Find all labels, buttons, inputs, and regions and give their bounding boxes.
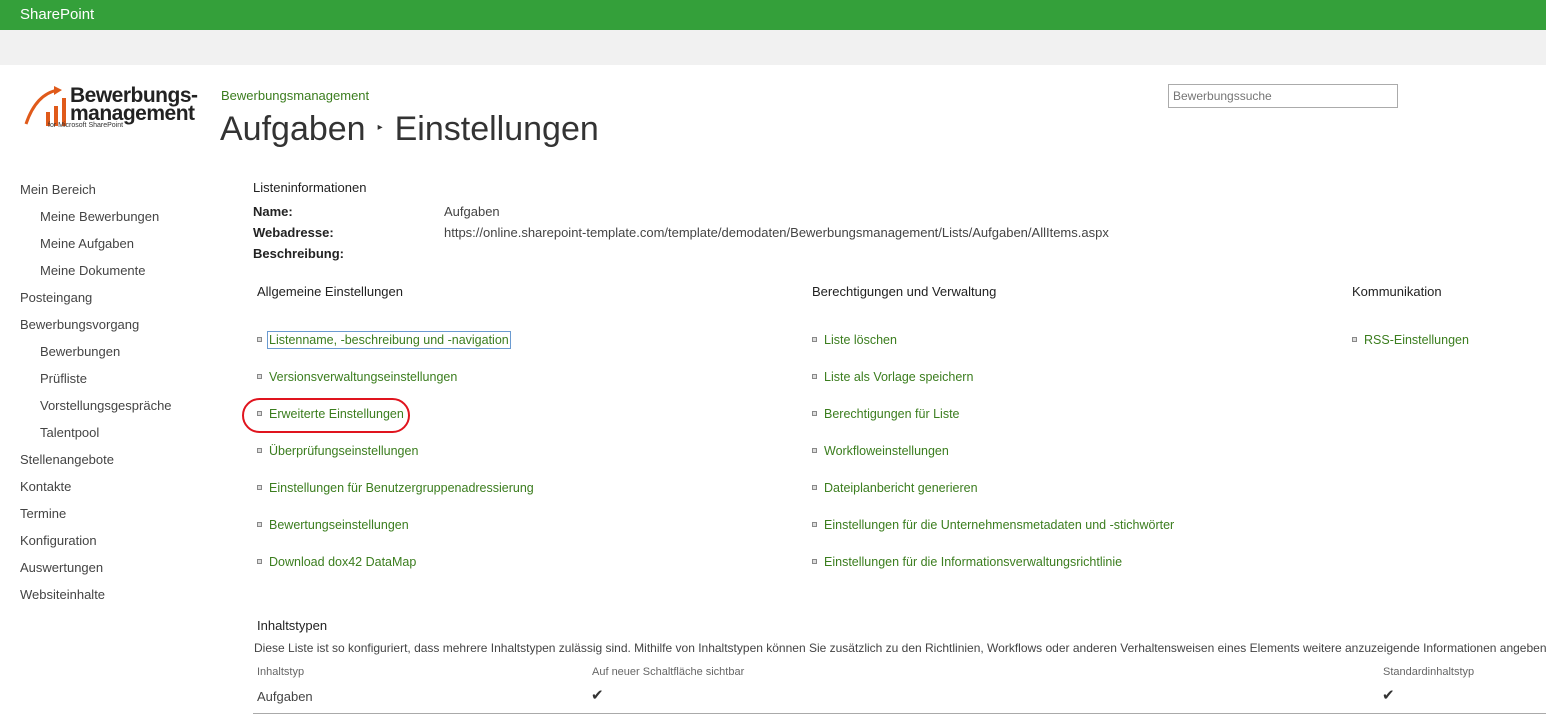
settings-link-label: Liste als Vorlage speichern	[824, 370, 974, 384]
communication-heading: Kommunikation	[1352, 284, 1442, 299]
nav-item[interactable]: Bewerbungsvorgang	[20, 317, 210, 344]
ct-header-name: Inhaltstyp	[257, 666, 305, 678]
list-info-title: Listeninformationen	[253, 180, 367, 195]
nav-item[interactable]: Kontakte	[20, 479, 210, 506]
page-title: Aufgaben ▸ Einstellungen	[220, 110, 599, 149]
settings-link-label: Einstellungen für die Unternehmensmetada…	[824, 518, 1175, 532]
name-value: Aufgaben	[444, 204, 500, 219]
nav-item[interactable]: Meine Bewerbungen	[20, 209, 210, 236]
permissions-heading: Berechtigungen und Verwaltung	[812, 284, 997, 299]
nav-item[interactable]: Bewerbungen	[20, 344, 210, 371]
nav-item[interactable]: Talentpool	[20, 425, 210, 452]
settings-link-label: Einstellungen für die Informationsverwal…	[824, 555, 1123, 569]
settings-link-label: Listenname, -beschreibung und -navigatio…	[267, 331, 511, 349]
settings-link-label: Dateiplanbericht generieren	[824, 481, 978, 495]
settings-link[interactable]: Workfloweinstellungen	[812, 444, 949, 458]
settings-link[interactable]: Einstellungen für die Informationsverwal…	[812, 555, 1122, 569]
bullet-icon	[812, 559, 817, 564]
quick-launch-nav: Mein Bereich Meine Bewerbungen Meine Aufga…	[20, 182, 210, 614]
ribbon-bar	[0, 30, 1546, 65]
settings-link-label: RSS-Einstellungen	[1364, 333, 1469, 347]
settings-link-label: Versionsverwaltungseinstellungen	[269, 370, 458, 384]
general-settings-heading: Allgemeine Einstellungen	[257, 284, 403, 299]
settings-link-label: Berechtigungen für Liste	[824, 407, 960, 421]
content-types-title: Inhaltstypen	[257, 618, 328, 633]
breadcrumb-separator-icon: ▸	[377, 121, 383, 133]
settings-link[interactable]: Versionsverwaltungseinstellungen	[257, 370, 457, 384]
bullet-icon	[257, 337, 262, 342]
settings-link[interactable]: Einstellungen für Benutzergruppenadressi…	[257, 481, 534, 495]
nav-item[interactable]: Prüfliste	[20, 371, 210, 398]
nav-item[interactable]: Auswertungen	[20, 560, 210, 587]
settings-link[interactable]: Einstellungen für die Unternehmensmetada…	[812, 518, 1174, 532]
settings-link-label: Workfloweinstellungen	[824, 444, 949, 458]
checkmark-icon: ✔	[591, 687, 604, 704]
settings-link[interactable]: Berechtigungen für Liste	[812, 407, 960, 421]
nav-item[interactable]: Termine	[20, 506, 210, 533]
breadcrumb-site-link[interactable]: Bewerbungsmanagement	[221, 88, 369, 103]
nav-item[interactable]: Meine Aufgaben	[20, 236, 210, 263]
settings-link[interactable]: Liste löschen	[812, 333, 897, 347]
highlight-circle-annotation	[242, 398, 410, 433]
settings-link-label: Überprüfungseinstellungen	[269, 444, 419, 458]
bullet-icon	[257, 559, 262, 564]
nav-item[interactable]: Mein Bereich	[20, 182, 210, 209]
description-label: Beschreibung:	[253, 246, 345, 261]
bullet-icon	[257, 448, 262, 453]
search-input[interactable]	[1168, 84, 1398, 108]
settings-link-label: Liste löschen	[824, 333, 897, 347]
bullet-icon	[812, 522, 817, 527]
bullet-icon	[812, 374, 817, 379]
settings-link-label: Download dox42 DataMap	[269, 555, 417, 569]
content-types-description: Diese Liste ist so konfiguriert, dass me…	[254, 641, 1546, 655]
name-label: Name:	[253, 204, 293, 219]
url-value: https://online.sharepoint-template.com/t…	[444, 225, 1109, 240]
bullet-icon	[1352, 337, 1357, 342]
sharepoint-brand-link[interactable]: SharePoint	[20, 6, 94, 23]
nav-item[interactable]: Vorstellungsgespräche	[20, 398, 210, 425]
settings-link[interactable]: Dateiplanbericht generieren	[812, 481, 978, 495]
nav-item[interactable]: Posteingang	[20, 290, 210, 317]
ct-row-name-link[interactable]: Aufgaben	[257, 689, 313, 704]
suite-bar: SharePoint	[0, 0, 1546, 30]
bullet-icon	[812, 448, 817, 453]
bullet-icon	[257, 522, 262, 527]
settings-link[interactable]: RSS-Einstellungen	[1352, 333, 1469, 347]
settings-link[interactable]: Listenname, -beschreibung und -navigatio…	[257, 331, 511, 349]
bullet-icon	[812, 337, 817, 342]
settings-link-label: Einstellungen für Benutzergruppenadressi…	[269, 481, 534, 495]
bullet-icon	[812, 411, 817, 416]
bullet-icon	[812, 485, 817, 490]
url-label: Webadresse:	[253, 225, 334, 240]
nav-item[interactable]: Meine Dokumente	[20, 263, 210, 290]
title-page-name: Einstellungen	[394, 110, 599, 148]
site-logo[interactable]: Bewerbungs- management for Microsoft Sha…	[24, 84, 199, 134]
divider	[253, 713, 1546, 714]
settings-link[interactable]: Download dox42 DataMap	[257, 555, 416, 569]
settings-link[interactable]: Liste als Vorlage speichern	[812, 370, 973, 384]
settings-link[interactable]: Bewertungseinstellungen	[257, 518, 409, 532]
bullet-icon	[257, 485, 262, 490]
logo-tagline: for Microsoft SharePoint	[48, 122, 124, 129]
checkmark-icon: ✔	[1382, 687, 1395, 704]
settings-link-label: Bewertungseinstellungen	[269, 518, 409, 532]
nav-item[interactable]: Konfiguration	[20, 533, 210, 560]
ct-header-default: Standardinhaltstyp	[1383, 666, 1475, 678]
nav-item[interactable]: Stellenangebote	[20, 452, 210, 479]
ct-header-visible: Auf neuer Schaltfläche sichtbar	[592, 666, 745, 678]
nav-item[interactable]: Websiteinhalte	[20, 587, 210, 614]
settings-link[interactable]: Überprüfungseinstellungen	[257, 444, 418, 458]
bullet-icon	[257, 374, 262, 379]
title-list-link[interactable]: Aufgaben	[220, 110, 366, 148]
